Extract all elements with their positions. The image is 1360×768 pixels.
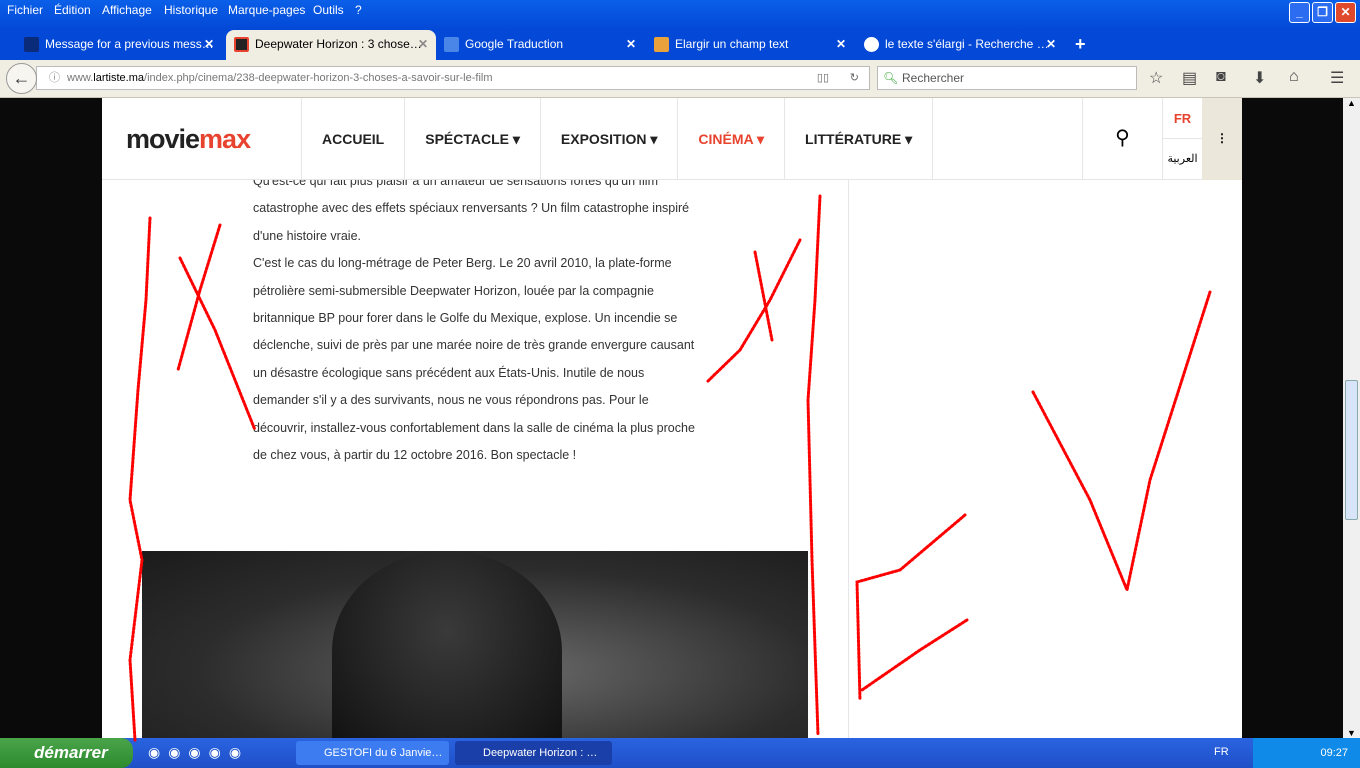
scroll-down-arrow[interactable]: ▼ [1343,728,1360,738]
search-placeholder: Rechercher [902,71,965,85]
lang-ar[interactable]: العربية [1163,139,1202,180]
menu-edition[interactable]: Édition [54,3,91,17]
close-window-button[interactable]: ✕ [1335,2,1356,23]
tab-label: Message for a previous mess… [45,37,214,51]
info-icon[interactable]: ⓘ [49,67,60,89]
minimize-button[interactable]: _ [1289,2,1310,23]
task-label: GESTOFI du 6 Janvie… [324,747,443,759]
tab-label: Elargir un champ text [675,37,789,51]
tab-google-traduction[interactable]: Google Traduction ✕ [440,30,644,60]
nav-cinema[interactable]: CINÉMA ▾ [677,98,784,180]
close-tab-icon[interactable]: ✕ [1046,30,1056,58]
taskbar: démarrer ◉◉◉◉◉ GESTOFI du 6 Janvie… Deep… [0,738,1360,768]
lang-fr[interactable]: FR [1163,98,1202,139]
google-translate-icon [444,37,459,52]
tab-label: Google Traduction [465,37,564,51]
language-switch: FR العربية [1162,98,1202,180]
quick-launch-icons[interactable]: ◉◉◉◉◉ [148,744,249,761]
logo-part: movie [126,124,200,154]
search-input[interactable]: 🔍︎ Rechercher [877,66,1137,90]
tab-label: le texte s'élargi - Recherche … [885,37,1049,51]
logo-part: max [199,124,251,154]
movie-poster-image [142,551,808,738]
menu-hamburger-icon[interactable]: ☰ [1330,68,1344,88]
restore-button[interactable]: ❐ [1312,2,1333,23]
vertical-scrollbar[interactable]: ▲ ▼ [1343,98,1360,738]
url-domain: lartiste.ma [93,72,145,84]
task-deepwater[interactable]: Deepwater Horizon : … [455,741,612,765]
menu-fichier[interactable]: Fichier [7,3,43,17]
site-icon [654,37,669,52]
clock: 09:27 [1320,747,1348,759]
site-logo[interactable]: moviemax [126,124,251,155]
menu-outils[interactable]: Outils [313,3,344,17]
new-tab-button[interactable]: + [1070,30,1086,60]
tab-deepwater[interactable]: Deepwater Horizon : 3 chose… ✕ [226,30,436,60]
article-paragraph: Qu'est-ce qui fait plus plaisir à un ama… [253,174,690,243]
url-prefix: www. [67,72,94,84]
poster-figure [332,551,562,738]
google-icon [864,37,879,52]
bookmark-star-icon[interactable]: ☆ [1149,68,1163,88]
close-tab-icon[interactable]: ✕ [626,30,636,58]
site-nav: ACCUEIL SPÉCTACLE ▾ EXPOSITION ▾ CINÉMA … [301,98,934,180]
nav-toolbar: www.lartiste.ma/index.php/cinema/238-dee… [0,60,1360,98]
home-icon[interactable]: ⌂ [1289,68,1299,86]
reader-view-icon[interactable]: ▯▯ [817,67,829,89]
search-icon: 🔍︎ [883,71,899,85]
column-divider [848,180,849,738]
more-menu-icon[interactable]: ⋮ [1202,98,1242,180]
menu-affichage[interactable]: Affichage [102,3,152,17]
pocket-icon[interactable]: ◙ [1216,68,1226,86]
article-paragraph: C'est le cas du long-métrage de Peter Be… [253,256,695,463]
system-tray: 09:27 [1253,738,1360,768]
article-body: Qu'est-ce qui fait plus plaisir à un ama… [253,168,703,469]
close-tab-icon[interactable]: ✕ [418,30,428,58]
menu-help[interactable]: ? [355,3,362,17]
nav-accueil[interactable]: ACCUEIL [301,98,404,180]
task-label: Deepwater Horizon : … [483,747,598,759]
site-header: moviemax ACCUEIL SPÉCTACLE ▾ EXPOSITION … [102,98,1242,180]
tab-label: Deepwater Horizon : 3 chose… [255,37,422,51]
url-bar[interactable]: www.lartiste.ma/index.php/cinema/238-dee… [36,66,870,90]
menu-historique[interactable]: Historique [164,3,218,17]
reload-icon[interactable]: ↻ [850,67,859,89]
language-indicator[interactable]: FR [1214,746,1229,758]
close-tab-icon[interactable]: ✕ [836,30,846,58]
triangle-icon [24,37,39,52]
nav-exposition[interactable]: EXPOSITION ▾ [539,98,678,180]
close-tab-icon[interactable]: ✕ [204,30,214,58]
url-path: /index.php/cinema/238-deepwater-horizon-… [144,72,493,84]
nav-spectacle[interactable]: SPÉCTACLE ▾ [404,98,540,180]
scroll-up-arrow[interactable]: ▲ [1343,98,1360,108]
start-button[interactable]: démarrer [0,738,133,768]
tab-elargir[interactable]: Elargir un champ text ✕ [650,30,854,60]
download-icon[interactable]: ⬇ [1253,68,1266,88]
joomla-icon [234,37,249,52]
site-search-icon[interactable]: ⚲ [1082,98,1162,180]
scrollbar-thumb[interactable] [1345,380,1358,520]
web-page: moviemax ACCUEIL SPÉCTACLE ▾ EXPOSITION … [102,98,1242,738]
tab-message[interactable]: Message for a previous mess… ✕ [0,30,222,60]
back-button[interactable]: ← [6,63,37,94]
tab-strip: Message for a previous mess… ✕ Deepwater … [0,30,1360,60]
menu-marque-pages[interactable]: Marque-pages [228,3,305,17]
task-gestofi[interactable]: GESTOFI du 6 Janvie… [296,741,449,765]
tab-recherche[interactable]: le texte s'élargi - Recherche … ✕ [860,30,1064,60]
menu-bar: Fichier Édition Affichage Historique Mar… [0,0,1360,30]
nav-litterature[interactable]: LITTÉRATURE ▾ [784,98,934,180]
reading-list-icon[interactable]: ▤ [1182,68,1197,88]
